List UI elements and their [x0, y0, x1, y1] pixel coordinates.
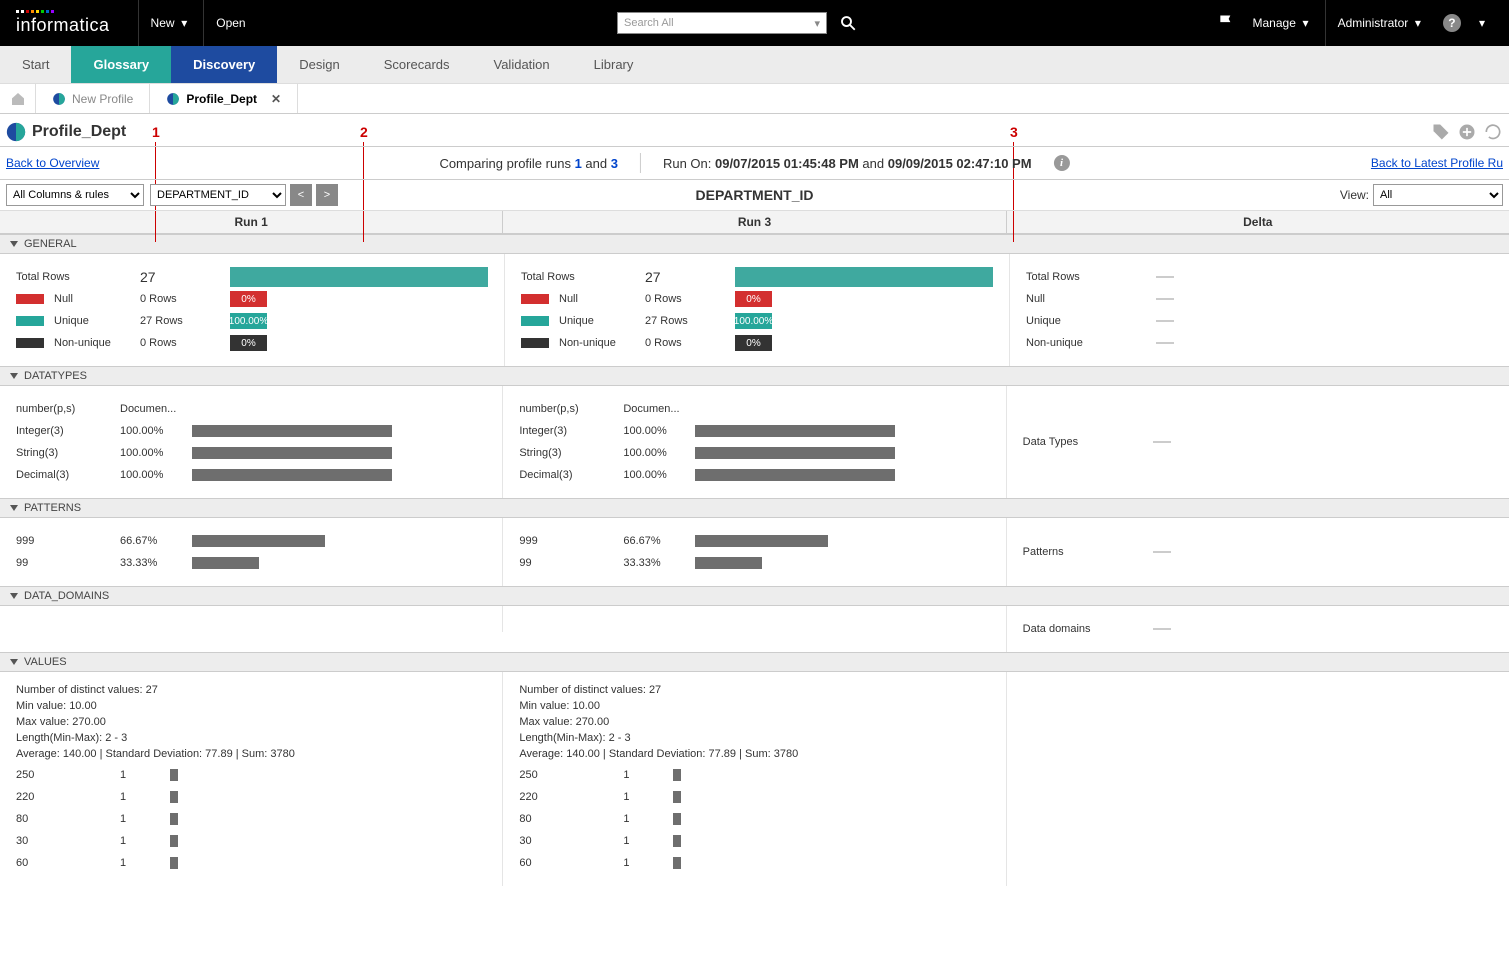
profile-icon	[52, 92, 66, 106]
patterns-delta: Patterns	[1007, 518, 1509, 586]
next-column-button[interactable]: >	[316, 184, 338, 206]
open-button[interactable]: Open	[203, 0, 257, 46]
profile-icon	[166, 92, 180, 106]
section-datatypes[interactable]: DATATYPES	[0, 366, 1509, 386]
callout-1: 1	[152, 124, 160, 140]
close-tab-icon[interactable]: ✕	[271, 92, 281, 106]
manage-menu[interactable]: Manage ▾	[1241, 0, 1321, 46]
column-title: DEPARTMENT_ID	[696, 187, 814, 203]
section-general[interactable]: GENERAL	[0, 234, 1509, 254]
values-run1: Number of distinct values: 27 Min value:…	[0, 672, 503, 886]
run3-header: Run 3	[503, 211, 1006, 233]
nav-library[interactable]: Library	[572, 46, 656, 83]
total-bar	[735, 267, 993, 287]
domains-run3	[503, 606, 1006, 652]
patterns-run3: 99966.67% 9933.33%	[503, 518, 1006, 586]
section-patterns[interactable]: PATTERNS	[0, 498, 1509, 518]
columns-select[interactable]: All Columns & rules	[6, 184, 144, 206]
datatypes-delta: Data Types	[1007, 386, 1509, 498]
total-bar	[230, 267, 488, 287]
back-overview-link[interactable]: Back to Overview	[6, 156, 99, 170]
general-run1: Total Rows27 Null0 Rows0% Unique27 Rows1…	[0, 254, 505, 366]
values-delta	[1007, 672, 1509, 886]
callout-2: 2	[360, 124, 368, 140]
refresh-icon[interactable]	[1483, 122, 1503, 142]
values-run3: Number of distinct values: 27 Min value:…	[503, 672, 1006, 886]
compare-text: Comparing profile runs 1 and 3	[439, 156, 618, 171]
domains-delta: Data domains	[1007, 606, 1509, 652]
general-run3: Total Rows27 Null0 Rows0% Unique27 Rows1…	[505, 254, 1010, 366]
home-tab[interactable]	[0, 84, 36, 113]
view-label: View:	[1340, 188, 1369, 202]
column-select[interactable]: DEPARTMENT_ID	[150, 184, 286, 206]
runon-text: Run On: 09/07/2015 01:45:48 PM and 09/09…	[663, 156, 1032, 171]
admin-menu[interactable]: Administrator ▾	[1325, 0, 1433, 46]
tab-profile-dept[interactable]: Profile_Dept ✕	[150, 84, 298, 113]
info-icon[interactable]: i	[1054, 155, 1070, 171]
section-domains[interactable]: DATA_DOMAINS	[0, 586, 1509, 606]
nav-start[interactable]: Start	[0, 46, 71, 83]
patterns-run1: 99966.67% 9933.33%	[0, 518, 503, 586]
tab-bar: New Profile Profile_Dept ✕	[0, 84, 1509, 114]
nav-glossary[interactable]: Glossary	[71, 46, 171, 83]
page-header: Profile_Dept 1 2 3	[0, 114, 1509, 146]
search-icon[interactable]	[839, 14, 857, 32]
profile-icon	[6, 122, 26, 142]
callout-3: 3	[1010, 124, 1018, 140]
datatypes-run1: number(p,s)Documen... Integer(3)100.00% …	[0, 386, 503, 498]
info-row: Back to Overview Comparing profile runs …	[0, 146, 1509, 180]
run-header: Run 1 Run 3 Delta	[0, 211, 1509, 234]
top-bar: informatica New ▾ Open Search All ▾ Mana…	[0, 0, 1509, 46]
dropdown-icon[interactable]: ▾	[815, 17, 821, 30]
page-title: Profile_Dept	[32, 123, 126, 141]
general-delta: Total Rows Null Unique Non-unique	[1010, 254, 1509, 366]
section-values[interactable]: VALUES	[0, 652, 1509, 672]
flag-icon[interactable]	[1217, 13, 1237, 33]
home-icon	[10, 91, 26, 107]
domains-run1	[0, 606, 503, 632]
view-select[interactable]: All	[1373, 184, 1503, 206]
tag-icon[interactable]	[1431, 122, 1451, 142]
run1-header: Run 1	[0, 211, 503, 233]
nav-design[interactable]: Design	[277, 46, 361, 83]
search-input[interactable]: Search All ▾	[617, 12, 827, 34]
datatypes-run3: number(p,s)Documen... Integer(3)100.00% …	[503, 386, 1006, 498]
add-tag-icon[interactable]	[1457, 122, 1477, 142]
control-row: All Columns & rules DEPARTMENT_ID < > DE…	[0, 180, 1509, 211]
tab-new-profile[interactable]: New Profile	[36, 84, 150, 113]
help-icon[interactable]: ?	[1443, 14, 1461, 32]
nav-validation[interactable]: Validation	[472, 46, 572, 83]
more-menu[interactable]: ▾	[1471, 16, 1493, 30]
nav-scorecards[interactable]: Scorecards	[362, 46, 472, 83]
logo: informatica	[16, 10, 110, 36]
prev-column-button[interactable]: <	[290, 184, 312, 206]
back-latest-link[interactable]: Back to Latest Profile Ru	[1371, 156, 1503, 170]
delta-header: Delta	[1007, 211, 1509, 233]
new-menu[interactable]: New ▾	[138, 0, 200, 46]
nav-discovery[interactable]: Discovery	[171, 46, 277, 83]
nav-bar: Start Glossary Discovery Design Scorecar…	[0, 46, 1509, 84]
